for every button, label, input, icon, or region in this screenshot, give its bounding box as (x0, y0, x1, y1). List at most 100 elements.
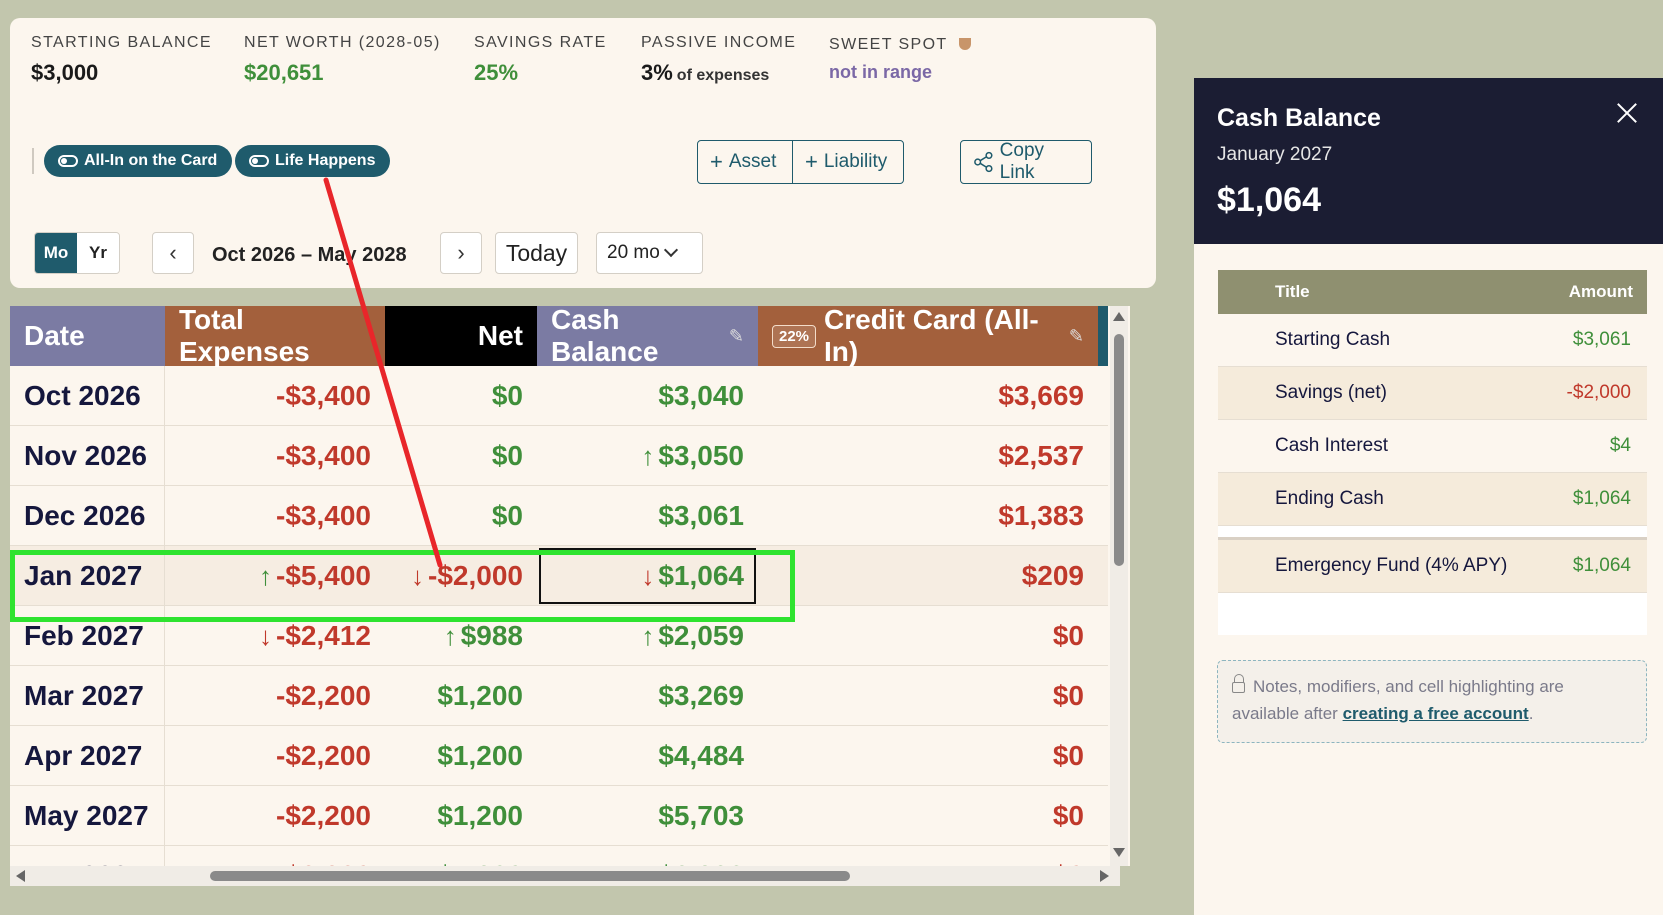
cell-date: Jan 2027 (10, 546, 165, 606)
cell-expenses[interactable]: -$2,200 (165, 786, 385, 846)
horizontal-scrollbar[interactable] (10, 866, 1120, 886)
cell-net[interactable]: $1,200 (385, 846, 537, 866)
cell-net[interactable]: $1,200 (385, 666, 537, 726)
notice-text-end: . (1528, 704, 1534, 723)
cell-cash[interactable]: $5,703 (537, 786, 758, 846)
column-header-expenses[interactable]: Total Expenses (165, 306, 385, 367)
cc-header-label: Credit Card (All-In) (824, 306, 1039, 367)
cell-credit-card[interactable]: $0 (758, 606, 1108, 666)
copy-link-button[interactable]: Copy Link (960, 140, 1092, 184)
scroll-up-icon[interactable] (1113, 312, 1125, 321)
table-row[interactable]: Feb 2027 ↓ -$2,412 ↑ $988 ↑ $2,059 $0 (10, 606, 1108, 666)
table-row[interactable]: Dec 2026 -$3,400 $0 $3,061 $1,383 (10, 486, 1108, 546)
cash-header-label: Cash Balance (551, 306, 659, 367)
cell-net[interactable]: ↓ -$2,000 (385, 546, 537, 606)
cell-credit-card[interactable]: $0 (758, 726, 1108, 786)
arrow-up-icon: ↑ (641, 440, 655, 471)
table-row[interactable]: Oct 2026 -$3,400 $0 $3,040 $3,669 (10, 366, 1108, 426)
cell-expenses[interactable]: -$3,400 (165, 366, 385, 426)
cell-cash[interactable]: ↑ $3,050 (537, 426, 758, 486)
arrow-down-icon: ↓ (641, 560, 655, 591)
cell-expenses[interactable]: -$2,200 (165, 726, 385, 786)
cell-net[interactable]: ↑ $988 (385, 606, 537, 666)
cell-credit-card[interactable]: $0 (758, 846, 1108, 866)
column-header-credit-card[interactable]: 22% Credit Card (All-In) ✎ (758, 306, 1098, 367)
table-row-selected[interactable]: Jan 2027 ↑ -$5,400 ↓ -$2,000 ↓ $1,064 $2… (10, 546, 1108, 606)
cell-credit-card[interactable]: $0 (758, 786, 1108, 846)
close-icon[interactable] (1614, 100, 1640, 126)
mode-month-button[interactable]: Mo (35, 233, 77, 273)
column-header-net[interactable]: Net (385, 306, 537, 366)
cell-net[interactable]: $1,200 (385, 726, 537, 786)
cell-expenses[interactable]: -$3,400 (165, 486, 385, 546)
cell-credit-card[interactable]: $2,537 (758, 426, 1108, 486)
cell-net[interactable]: $0 (385, 486, 537, 546)
scenario-label: All-In on the Card (84, 152, 218, 169)
prev-button[interactable]: ‹ (152, 232, 194, 274)
cell-cash[interactable]: $3,061 (537, 486, 758, 546)
cell-expenses[interactable]: ↓ -$2,412 (165, 606, 385, 666)
cell-credit-card[interactable]: $3,669 (758, 366, 1108, 426)
scrollbar-thumb[interactable] (210, 871, 850, 881)
cell-expenses[interactable]: -$2,200 (165, 846, 385, 866)
cell-expenses[interactable]: ↑ -$5,400 (165, 546, 385, 606)
cell-cash[interactable]: $4,484 (537, 726, 758, 786)
mode-year-button[interactable]: Yr (77, 233, 119, 273)
stat-savings-rate: SAVINGS RATE 25% (474, 34, 607, 86)
breakdown-amount: $3,061 (1572, 329, 1631, 350)
cell-date: Dec 2026 (10, 486, 165, 546)
column-header-date[interactable]: Date (10, 306, 165, 366)
pencil-icon[interactable]: ✎ (1069, 326, 1084, 347)
table-row[interactable]: Apr 2027 -$2,200 $1,200 $4,484 $0 (10, 726, 1108, 786)
cell-cash-selected[interactable]: ↓ $1,064 (537, 546, 758, 606)
pencil-icon[interactable]: ✎ (729, 326, 744, 347)
stat-label: NET WORTH (2028-05) (244, 34, 441, 51)
plus-icon: + (710, 149, 723, 174)
stat-value: $20,651 (244, 60, 324, 85)
next-button[interactable]: › (440, 232, 482, 274)
column-header-cash[interactable]: Cash Balance ✎ (537, 306, 758, 367)
breakdown-title: Cash Interest (1275, 435, 1388, 456)
add-asset-button[interactable]: + Asset (697, 140, 793, 184)
cell-cash[interactable]: $3,040 (537, 366, 758, 426)
breakdown-amount: $1,064 (1572, 488, 1631, 509)
cell-date: Oct 2026 (10, 366, 165, 426)
stat-label: SAVINGS RATE (474, 34, 607, 51)
cell-cash[interactable]: $6,926 (537, 846, 758, 866)
table-row[interactable]: Nov 2026 -$3,400 $0 ↑ $3,050 $2,537 (10, 426, 1108, 486)
stat-sweet-spot: SWEET SPOT not in range (829, 36, 972, 83)
copy-link-label: Copy Link (999, 140, 1045, 183)
stat-label: STARTING BALANCE (31, 34, 212, 51)
scroll-right-icon[interactable] (1100, 870, 1109, 882)
stat-value: not in range (829, 62, 932, 82)
cell-value: $1,064 (658, 560, 744, 591)
span-select[interactable]: 20 mo (596, 232, 703, 274)
scroll-left-icon[interactable] (16, 870, 25, 882)
today-button[interactable]: Today (495, 232, 578, 274)
vertical-scrollbar[interactable] (1110, 306, 1128, 866)
cell-credit-card[interactable]: $0 (758, 666, 1108, 726)
add-liability-button[interactable]: + Liability (792, 140, 904, 184)
chevron-left-icon: ‹ (169, 240, 177, 265)
cell-expenses[interactable]: -$2,200 (165, 666, 385, 726)
stat-value: 25% (474, 60, 519, 85)
cell-cash[interactable]: $3,269 (537, 666, 758, 726)
cell-credit-card[interactable]: $209 (758, 546, 1108, 606)
cell-expenses[interactable]: -$3,400 (165, 426, 385, 486)
create-account-link[interactable]: creating a free account (1343, 704, 1529, 723)
cell-net[interactable]: $0 (385, 426, 537, 486)
scroll-down-icon[interactable] (1113, 848, 1125, 857)
table-row[interactable]: May 2027 -$2,200 $1,200 $5,703 $0 (10, 786, 1108, 846)
cell-cash[interactable]: ↑ $2,059 (537, 606, 758, 666)
scrollbar-thumb[interactable] (1114, 334, 1124, 566)
table-row[interactable]: Jun 2027 -$2,200 $1,200 $6,926 $0 (10, 846, 1108, 866)
table-row[interactable]: Mar 2027 -$2,200 $1,200 $3,269 $0 (10, 666, 1108, 726)
arrow-up-icon: ↑ (259, 560, 273, 591)
stat-passive-income: PASSIVE INCOME 3% of expenses (641, 34, 796, 86)
scenario-pill-life-happens[interactable]: Life Happens (235, 145, 391, 177)
cell-net[interactable]: $1,200 (385, 786, 537, 846)
cell-credit-card[interactable]: $1,383 (758, 486, 1108, 546)
cell-net[interactable]: $0 (385, 366, 537, 426)
scenario-pill-all-in[interactable]: All-In on the Card (44, 145, 233, 177)
cell-value: -$5,400 (276, 560, 371, 591)
